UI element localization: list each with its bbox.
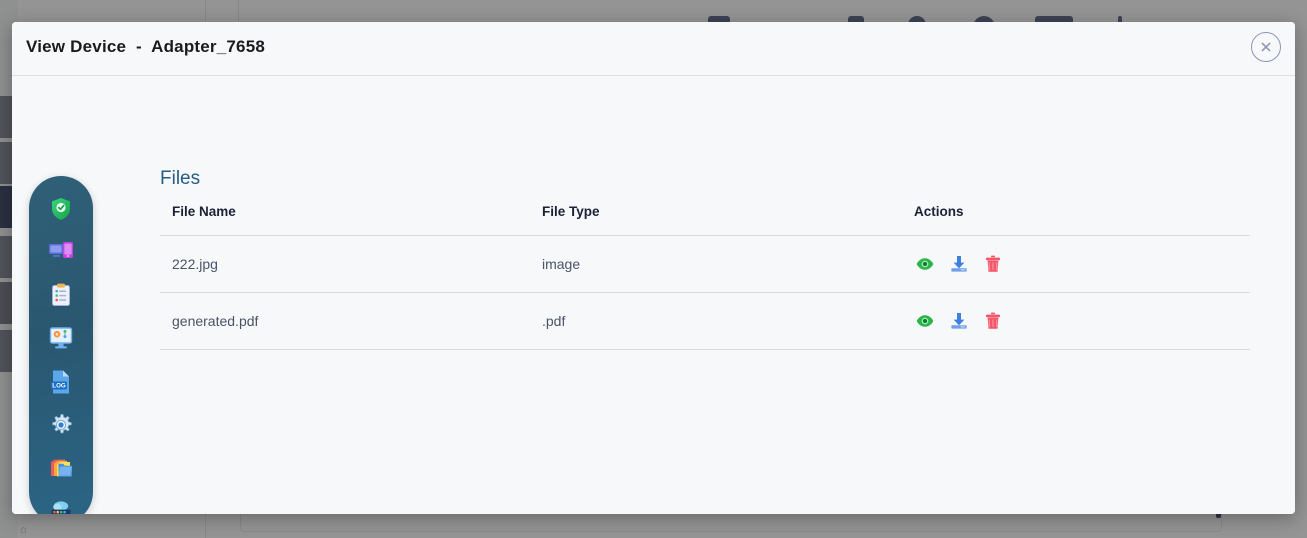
modal-header: View Device - Adapter_7658 [12, 22, 1295, 76]
log-file-icon: LOG [50, 369, 72, 395]
sidebar-item-security[interactable] [46, 196, 76, 221]
delete-icon [985, 312, 1001, 330]
cell-file-type: image [530, 236, 902, 293]
sidebar-item-cloud[interactable] [46, 499, 76, 514]
delete-icon [985, 255, 1001, 273]
folders-icon [48, 457, 74, 479]
view-device-modal: View Device - Adapter_7658 [12, 22, 1295, 514]
column-header-actions: Actions [902, 204, 1250, 236]
sidebar-item-files[interactable] [46, 456, 76, 481]
files-table-body: 222.jpg image [160, 236, 1250, 350]
table-row: generated.pdf .pdf [160, 293, 1250, 350]
download-icon [950, 312, 968, 330]
svg-text:LOG: LOG [52, 382, 66, 389]
files-table-head: File Name File Type Actions [160, 204, 1250, 236]
modal-title: View Device - Adapter_7658 [26, 37, 265, 57]
cell-actions [902, 236, 1250, 293]
delete-button[interactable] [982, 310, 1004, 332]
gear-icon [49, 413, 73, 437]
cell-file-type: .pdf [530, 293, 902, 350]
sidebar-item-settings[interactable] [46, 413, 76, 438]
close-button[interactable] [1251, 32, 1281, 62]
clipboard-list-icon [51, 283, 71, 307]
delete-button[interactable] [982, 253, 1004, 275]
column-header-file-type: File Type [530, 204, 902, 236]
modal-body: LOG [12, 76, 1295, 514]
cell-file-name: 222.jpg [160, 236, 530, 293]
column-header-file-name: File Name [160, 204, 530, 236]
cloud-computer-icon [49, 499, 73, 514]
download-button[interactable] [948, 310, 970, 332]
view-button[interactable] [914, 253, 936, 275]
table-header-row: File Name File Type Actions [160, 204, 1250, 236]
cell-file-name: generated.pdf [160, 293, 530, 350]
sidebar-item-devices[interactable] [46, 239, 76, 264]
device-icon-rail: LOG [29, 176, 93, 514]
download-icon [950, 255, 968, 273]
files-table: File Name File Type Actions 222.jpg imag… [160, 204, 1250, 350]
monitor-settings-icon [49, 326, 73, 350]
sidebar-item-inventory[interactable] [46, 282, 76, 307]
devices-icon [48, 241, 74, 263]
table-row: 222.jpg image [160, 236, 1250, 293]
close-icon [1259, 40, 1273, 54]
view-icon [916, 257, 934, 271]
sidebar-item-logs[interactable]: LOG [46, 369, 76, 395]
cell-actions [902, 293, 1250, 350]
view-icon [916, 314, 934, 328]
view-button[interactable] [914, 310, 936, 332]
sidebar-item-monitoring[interactable] [46, 325, 76, 350]
page-title: Files [160, 168, 200, 190]
security-shield-check-icon [50, 197, 72, 221]
download-button[interactable] [948, 253, 970, 275]
